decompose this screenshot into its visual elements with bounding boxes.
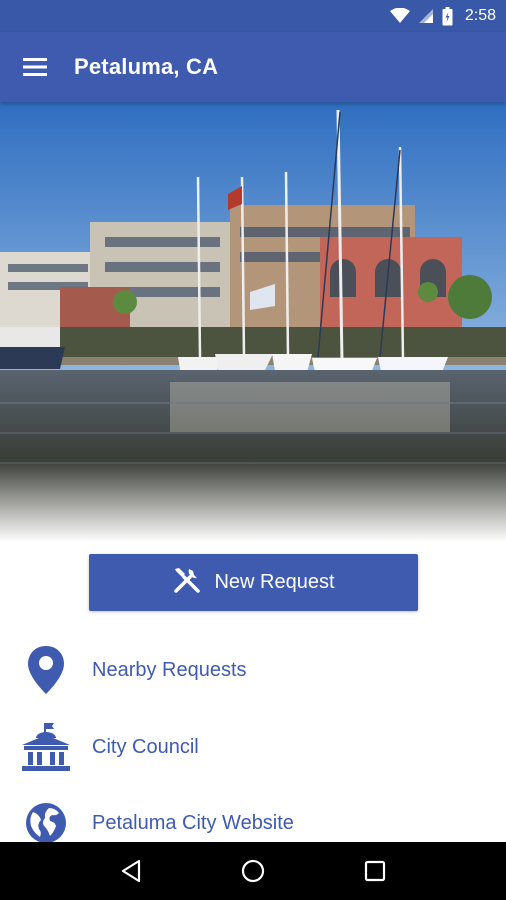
new-request-label: New Request <box>214 571 335 593</box>
cell-signal-icon <box>418 8 434 24</box>
menu-item-city-council[interactable]: City Council <box>0 713 506 781</box>
status-bar: 2:58 <box>0 0 506 32</box>
page-title: Petaluma, CA <box>74 54 219 79</box>
map-pin-icon <box>0 636 92 704</box>
system-nav-bar <box>0 842 506 900</box>
city-hall-icon <box>0 713 92 781</box>
battery-icon <box>442 6 453 26</box>
menu-item-label: City Council <box>92 735 199 758</box>
menu-item-label: Petaluma City Website <box>92 811 294 834</box>
back-icon[interactable] <box>101 842 161 900</box>
menu-item-label: Nearby Requests <box>92 658 247 681</box>
home-icon[interactable] <box>223 842 283 900</box>
hero-photo <box>0 102 506 542</box>
app-bar: Petaluma, CA <box>0 32 506 102</box>
recents-icon[interactable] <box>345 842 405 900</box>
hamburger-menu-icon[interactable] <box>0 32 70 102</box>
tools-icon <box>172 565 202 601</box>
new-request-button[interactable]: New Request <box>89 554 418 611</box>
status-time: 2:58 <box>464 7 496 24</box>
menu-item-nearby-requests[interactable]: Nearby Requests <box>0 636 506 704</box>
wifi-icon <box>389 8 410 24</box>
